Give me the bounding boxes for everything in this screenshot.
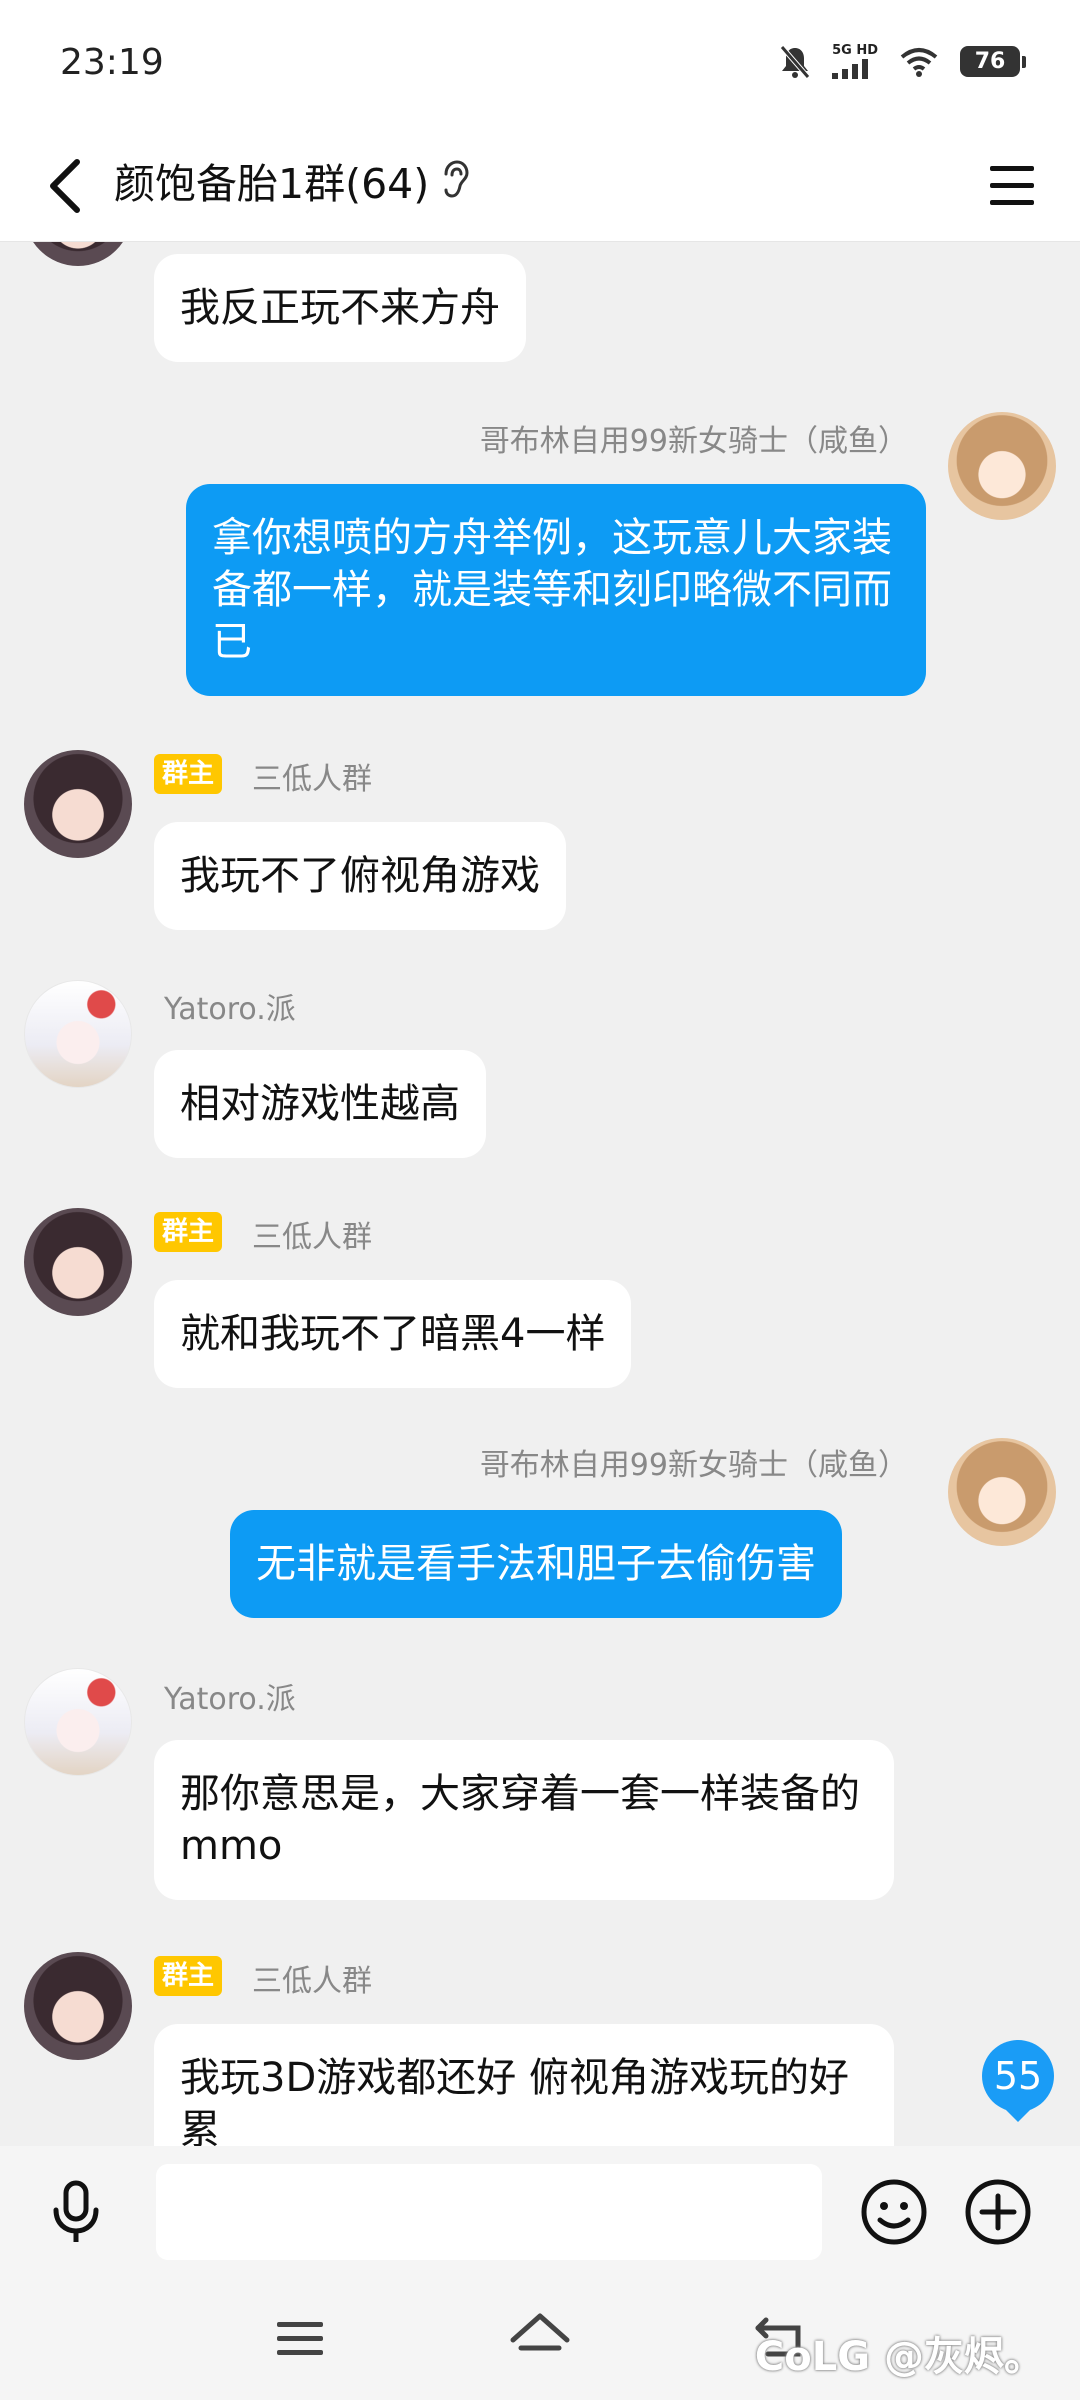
watermark: CoLG @灰烬。 [754, 2334, 1044, 2380]
message-bubble[interactable]: 无非就是看手法和胆子去偷伤害 [230, 1510, 842, 1618]
status-icons: 5G HD 76 [780, 44, 1026, 79]
avatar[interactable] [24, 242, 132, 266]
battery-indicator: 76 [960, 46, 1026, 77]
ear-icon[interactable] [440, 160, 470, 200]
avatar[interactable] [948, 412, 1056, 520]
sender-name: Yatoro.派 [164, 992, 296, 1027]
avatar[interactable] [24, 1668, 132, 1776]
nav-menu-icon [277, 2322, 323, 2355]
menu-button[interactable] [978, 152, 1046, 220]
sender-name: Yatoro.派 [164, 1682, 296, 1717]
unread-count-badge[interactable]: 55 [982, 2040, 1054, 2122]
sender-name: 三低人群 [252, 762, 372, 797]
message-bubble[interactable]: 拿你想喷的方舟举例，这玩意儿大家装备都一样，就是装等和刻印略微不同而已 [186, 484, 926, 696]
status-time: 23:19 [60, 42, 164, 83]
avatar[interactable] [24, 1952, 132, 2060]
message-input[interactable] [156, 2164, 822, 2260]
message-bubble[interactable]: 就和我玩不了暗黑4一样 [154, 1280, 632, 1388]
nav-home-icon [510, 2313, 570, 2351]
sender-name: 哥布林自用99新女骑士（咸鱼） [479, 1448, 908, 1483]
voice-button[interactable] [40, 2176, 112, 2248]
nav-home-button[interactable] [504, 2306, 576, 2370]
emoji-icon[interactable] [858, 2176, 930, 2248]
network-label: 5G HD [832, 43, 878, 58]
owner-badge: 群主 [154, 754, 223, 794]
chat-header: 颜饱备胎1群(64) [0, 130, 1080, 242]
sender-name: 三低人群 [252, 1964, 372, 1999]
message-bubble[interactable]: 那你意思是，大家穿着一套一样装备的mmo [154, 1740, 894, 1900]
status-bar: 23:19 5G HD 76 [0, 0, 1080, 130]
owner-badge: 群主 [154, 1212, 223, 1252]
menu-icon [990, 166, 1034, 205]
avatar[interactable] [948, 1438, 1056, 1546]
message-bubble[interactable]: 相对游戏性越高 [154, 1050, 486, 1158]
nav-menu-button[interactable] [264, 2306, 336, 2370]
message-bubble[interactable]: 我玩3D游戏都还好 俯视角游戏玩的好累 [154, 2024, 894, 2146]
mic-icon [53, 2180, 99, 2242]
plus-icon[interactable] [962, 2176, 1034, 2248]
system-navigation-bar: CoLG @灰烬。 [0, 2276, 1080, 2400]
group-title: 颜饱备胎1群(64) [114, 160, 430, 208]
avatar[interactable] [24, 750, 132, 858]
input-bar [0, 2146, 1080, 2276]
owner-badge: 群主 [154, 1956, 223, 1996]
sender-name: 三低人群 [252, 1220, 372, 1255]
avatar[interactable] [24, 980, 132, 1088]
message-list[interactable]: 我反正玩不来方舟 哥布林自用99新女骑士（咸鱼） 拿你想喷的方舟举例，这玩意儿大… [0, 242, 1080, 2146]
back-arrow-icon [50, 159, 80, 213]
sender-name: 哥布林自用99新女骑士（咸鱼） [479, 424, 908, 459]
signal-icon [832, 59, 869, 79]
message-bubble[interactable]: 我反正玩不来方舟 [154, 254, 526, 362]
mute-icon [780, 44, 810, 79]
avatar[interactable] [24, 1208, 132, 1316]
signal-indicator: 5G HD [832, 44, 878, 79]
back-button[interactable] [30, 148, 100, 224]
wifi-icon [900, 47, 938, 77]
message-bubble[interactable]: 我玩不了俯视角游戏 [154, 822, 566, 930]
